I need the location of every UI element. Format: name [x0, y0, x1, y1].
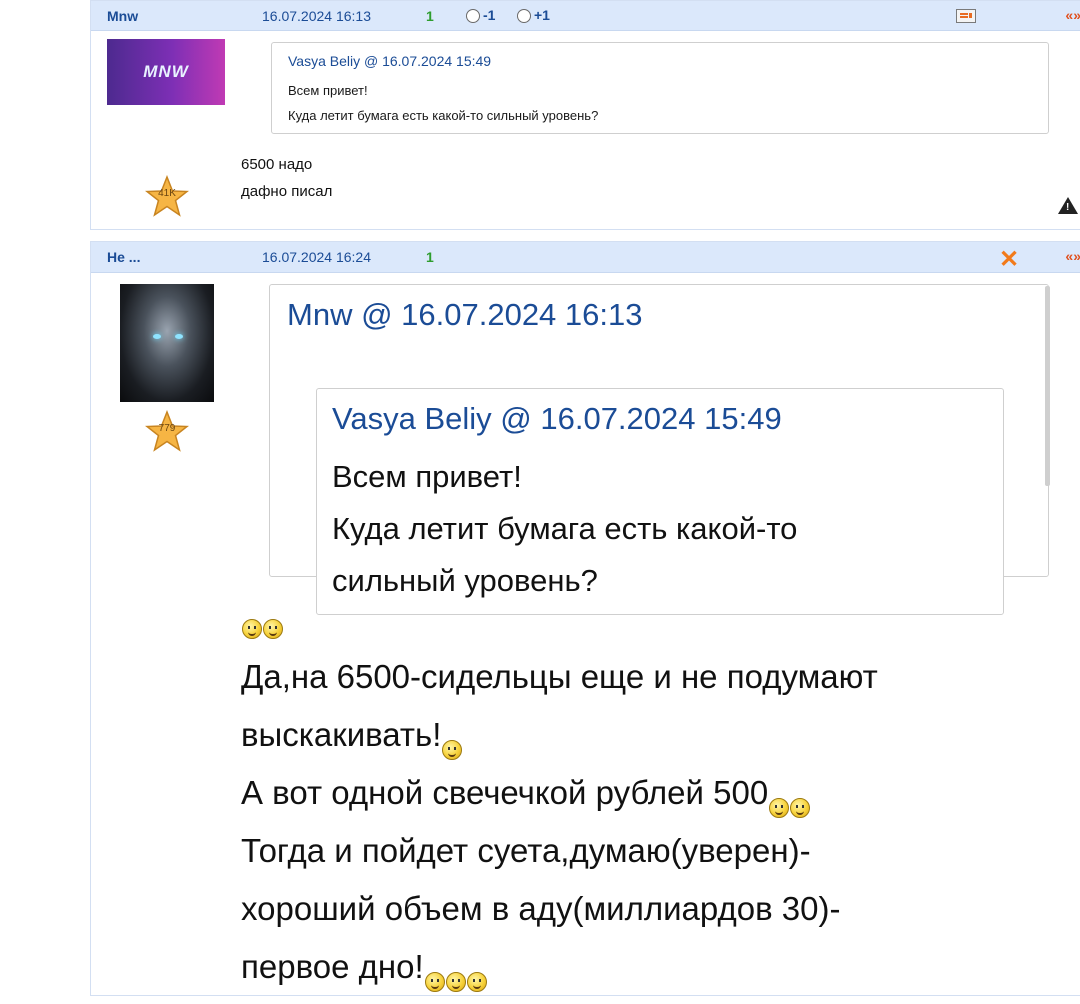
smiley-icon: [790, 798, 811, 818]
close-icon[interactable]: ✕: [999, 245, 1019, 274]
forum-post: Не ... 16.07.2024 16:24 1 ✕ «» 779 Mnw @…: [90, 241, 1080, 996]
vote-minus-label: -1: [483, 7, 496, 23]
quote-line: Куда летит бумага есть какой-то: [332, 511, 798, 546]
post-text-line: 6500 надо: [241, 156, 313, 173]
quote-arrows-icon[interactable]: «»: [1065, 248, 1080, 264]
smiley-icon: [442, 740, 463, 760]
post-text-line: выскакивать!: [241, 716, 442, 753]
vote-minus-radio[interactable]: -1: [466, 7, 495, 23]
post-header: Mnw 16.07.2024 16:13 1 -1 +1 «»: [91, 1, 1080, 31]
quote-block: Mnw @ 16.07.2024 16:13 Vasya Beliy @ 16.…: [269, 284, 1049, 615]
post-body: Да,на 6500-сидельцы еще и не подумают вы…: [241, 648, 878, 995]
quote-scrollbar[interactable]: [1045, 286, 1050, 486]
smiley-icon: [445, 972, 466, 992]
smiley-icon: [424, 972, 445, 992]
smiley-row: [241, 619, 283, 644]
rank-value: 779: [158, 423, 176, 434]
quote-header[interactable]: Vasya Beliy @ 16.07.2024 15:49: [288, 53, 491, 69]
post-rating: 1: [426, 8, 434, 24]
author-name[interactable]: Не ...: [107, 249, 140, 265]
post-text-line: дафно писал: [241, 183, 333, 200]
quote-line: Всем привет!: [288, 83, 368, 98]
post-date: 16.07.2024 16:24: [262, 249, 371, 265]
avatar[interactable]: MNW: [107, 39, 225, 105]
rank-star-icon: 41K: [144, 174, 190, 219]
quote-arrows-icon[interactable]: «»: [1065, 7, 1080, 23]
post-text-line: хороший объем в аду(миллиардов 30)-: [241, 890, 841, 927]
post-text-line: Да,на 6500-сидельцы еще и не подумают: [241, 658, 878, 695]
smiley-icon: [263, 619, 283, 639]
avatar[interactable]: [120, 284, 214, 402]
quote-header[interactable]: Mnw @ 16.07.2024 16:13: [287, 297, 643, 333]
post-text-line: первое дно!: [241, 948, 424, 985]
report-warning-icon[interactable]: !: [1058, 197, 1078, 214]
quote-block: Vasya Beliy @ 16.07.2024 15:49 Всем прив…: [271, 42, 1049, 134]
quote-line: сильный уровень?: [332, 563, 598, 598]
rank-value: 41K: [158, 188, 176, 199]
rank-star-icon: 779: [144, 409, 190, 454]
post-date: 16.07.2024 16:13: [262, 8, 371, 24]
smiley-icon: [466, 972, 487, 992]
quote-line: Всем привет!: [332, 459, 522, 494]
post-body: 6500 надо дафно писал: [241, 151, 332, 205]
nested-quote-header[interactable]: Vasya Beliy @ 16.07.2024 15:49: [332, 401, 782, 437]
vote-plus-label: +1: [534, 7, 550, 23]
private-message-icon[interactable]: [956, 9, 976, 23]
vote-plus-radio[interactable]: +1: [517, 7, 550, 23]
forum-post: Mnw 16.07.2024 16:13 1 -1 +1 «» MNW 41K …: [90, 0, 1080, 230]
quote-line: Куда летит бумага есть какой-то сильный …: [288, 108, 599, 123]
post-header: Не ... 16.07.2024 16:24 1 ✕ «»: [91, 242, 1080, 273]
author-name[interactable]: Mnw: [107, 8, 138, 24]
smiley-icon: [769, 798, 790, 818]
post-text-line: Тогда и пойдет суета,думаю(уверен)-: [241, 832, 811, 869]
post-text-line: А вот одной свечечкой рублей 500: [241, 774, 769, 811]
post-rating: 1: [426, 249, 434, 265]
smiley-icon: [242, 619, 262, 639]
avatar-logo-text: MNW: [143, 62, 189, 81]
nested-quote-block: Vasya Beliy @ 16.07.2024 15:49 Всем прив…: [316, 388, 1004, 615]
